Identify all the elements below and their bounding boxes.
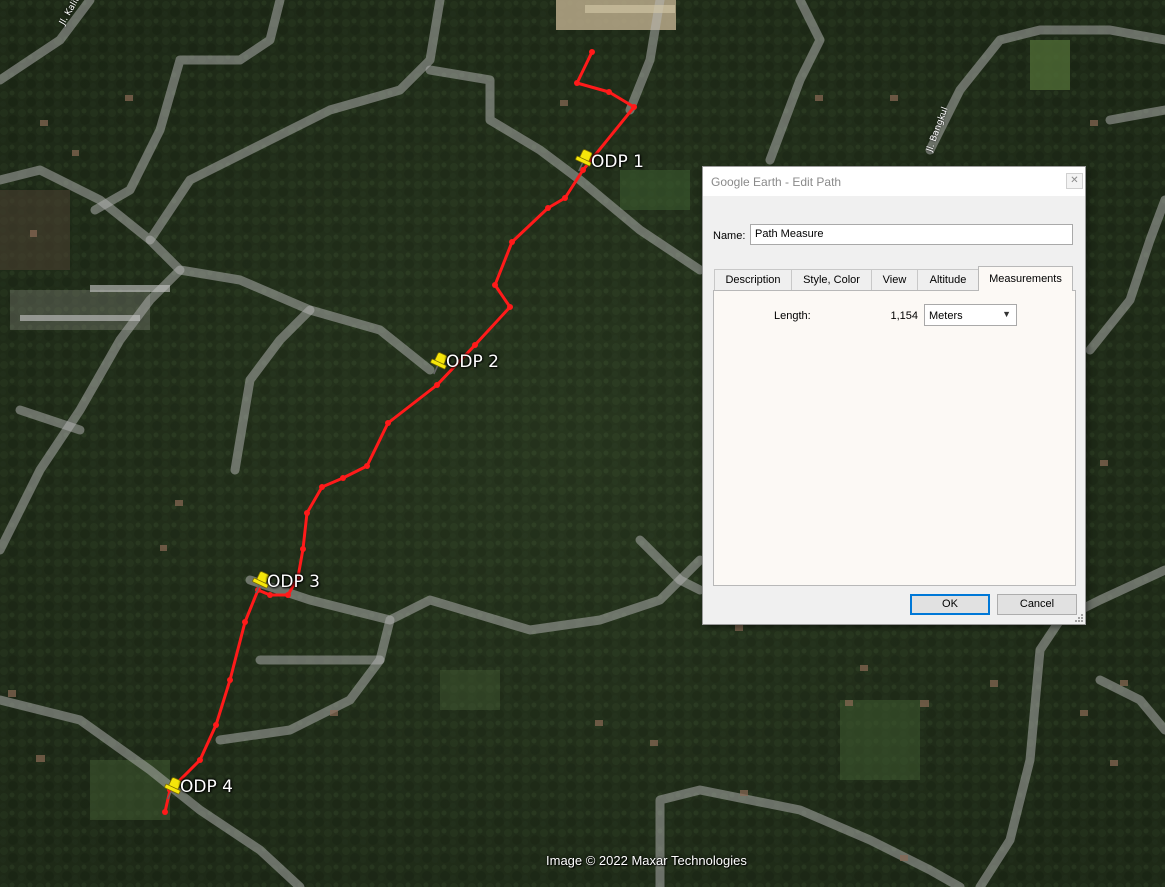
path-node[interactable] [242, 619, 248, 625]
path-node[interactable] [300, 546, 306, 552]
path-node[interactable] [304, 510, 310, 516]
chevron-down-icon: ▼ [1002, 309, 1011, 319]
placemark-label-odp2[interactable]: ODP 2 [446, 352, 499, 372]
path-node[interactable] [509, 239, 515, 245]
ok-button[interactable]: OK [910, 594, 990, 615]
path-node[interactable] [562, 195, 568, 201]
close-icon: ✕ [1070, 175, 1079, 186]
tab-view[interactable]: View [871, 269, 918, 290]
path-node[interactable] [507, 304, 513, 310]
path-node[interactable] [340, 475, 346, 481]
length-label: Length: [774, 310, 811, 322]
close-button[interactable]: ✕ [1066, 173, 1083, 189]
imagery-attribution: Image © 2022 Maxar Technologies [546, 853, 747, 868]
unit-dropdown[interactable]: Meters ▼ [924, 304, 1017, 326]
tab-altitude[interactable]: Altitude [917, 269, 979, 290]
path-node[interactable] [267, 592, 273, 598]
path-node[interactable] [385, 420, 391, 426]
path-node[interactable] [545, 205, 551, 211]
tab-measurements[interactable]: Measurements [978, 266, 1073, 291]
path-node[interactable] [364, 463, 370, 469]
path-node[interactable] [213, 722, 219, 728]
path-node[interactable] [197, 757, 203, 763]
tab-style-color[interactable]: Style, Color [791, 269, 872, 290]
edit-path-dialog: Google Earth - Edit Path ✕ Name: Path Me… [702, 166, 1086, 625]
name-input[interactable]: Path Measure [750, 224, 1073, 245]
resize-grip-icon[interactable] [1074, 613, 1084, 623]
placemark-label-odp1[interactable]: ODP 1 [591, 152, 644, 172]
path-node[interactable] [492, 282, 498, 288]
path-node[interactable] [285, 592, 291, 598]
unit-selected-value: Meters [929, 310, 963, 322]
path-node[interactable] [589, 49, 595, 55]
tab-description[interactable]: Description [714, 269, 792, 290]
cancel-button[interactable]: Cancel [997, 594, 1077, 615]
path-node[interactable] [472, 342, 478, 348]
path-node[interactable] [162, 809, 168, 815]
name-label: Name: [713, 230, 746, 242]
measurements-panel: Length: 1,154 Meters ▼ [713, 290, 1076, 586]
dialog-titlebar[interactable]: Google Earth - Edit Path ✕ [703, 167, 1085, 196]
path-node[interactable] [631, 104, 637, 110]
path-node[interactable] [574, 80, 580, 86]
dialog-title: Google Earth - Edit Path [711, 175, 842, 189]
path-node[interactable] [606, 89, 612, 95]
placemark-label-odp3[interactable]: ODP 3 [267, 572, 320, 592]
placemark-label-odp4[interactable]: ODP 4 [180, 777, 233, 797]
path-node[interactable] [434, 382, 440, 388]
length-value: 1,154 [890, 310, 918, 322]
path-node[interactable] [227, 677, 233, 683]
path-node[interactable] [319, 484, 325, 490]
